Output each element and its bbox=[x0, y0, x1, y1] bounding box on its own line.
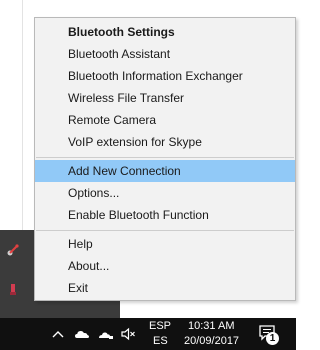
keyboard-layout-indicator[interactable]: ES bbox=[153, 335, 168, 347]
menu-item-enable-bluetooth-function[interactable]: Enable Bluetooth Function bbox=[35, 204, 295, 226]
speaker-muted-icon[interactable] bbox=[120, 326, 136, 342]
menu-item-options[interactable]: Options... bbox=[35, 182, 295, 204]
network-icon[interactable] bbox=[98, 326, 114, 342]
clock-time[interactable]: 10:31 AM bbox=[188, 320, 234, 332]
menu-separator bbox=[36, 157, 294, 158]
menu-item-about[interactable]: About... bbox=[35, 255, 295, 277]
menu-item-add-new-connection[interactable]: Add New Connection bbox=[35, 160, 295, 182]
menu-separator bbox=[36, 230, 294, 231]
bluetooth-context-menu: Bluetooth Settings Bluetooth Assistant B… bbox=[34, 17, 296, 301]
taskbar: ESP ES 10:31 AM 20/09/2017 1 bbox=[0, 318, 296, 350]
menu-item-exit[interactable]: Exit bbox=[35, 277, 295, 299]
menu-item-remote-camera[interactable]: Remote Camera bbox=[35, 109, 295, 131]
menu-item-wireless-file-transfer[interactable]: Wireless File Transfer bbox=[35, 87, 295, 109]
notification-count-badge: 1 bbox=[266, 332, 279, 345]
onedrive-cloud-icon[interactable] bbox=[74, 326, 90, 342]
network-icon bbox=[7, 244, 19, 256]
chevron-up-icon[interactable] bbox=[50, 326, 66, 342]
background-divider bbox=[22, 0, 23, 230]
clock-date[interactable]: 20/09/2017 bbox=[184, 335, 239, 347]
marker-icon bbox=[10, 284, 16, 295]
menu-item-voip-extension-skype[interactable]: VoIP extension for Skype bbox=[35, 131, 295, 153]
menu-item-bluetooth-assistant[interactable]: Bluetooth Assistant bbox=[35, 43, 295, 65]
menu-item-help[interactable]: Help bbox=[35, 233, 295, 255]
language-indicator[interactable]: ESP bbox=[149, 320, 171, 332]
menu-item-bluetooth-settings[interactable]: Bluetooth Settings bbox=[35, 21, 295, 43]
menu-item-bluetooth-information-exchanger[interactable]: Bluetooth Information Exchanger bbox=[35, 65, 295, 87]
